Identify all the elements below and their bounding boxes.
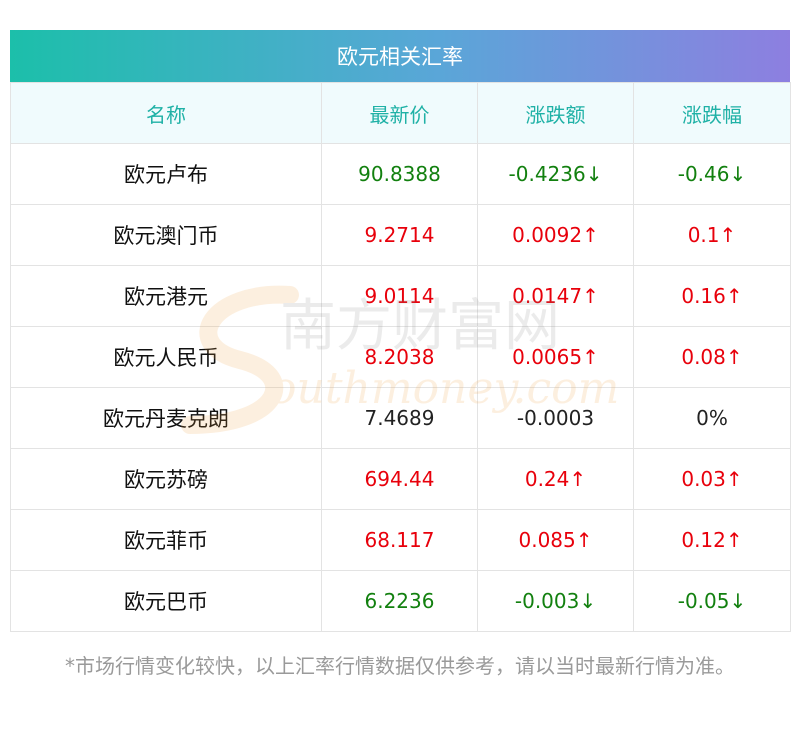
column-header-name: 名称	[10, 82, 322, 144]
currency-name: 欧元港元	[10, 265, 322, 327]
table-row: 欧元卢布 90.8388 -0.4236↓ -0.46↓	[10, 143, 791, 205]
change-amount: -0.4236↓	[477, 143, 634, 205]
latest-price: 694.44	[321, 448, 478, 510]
table-title: 欧元相关汇率	[10, 30, 790, 82]
change-amount: 0.0092↑	[477, 204, 634, 266]
change-percent: 0.12↑	[633, 509, 791, 571]
column-header-change: 涨跌额	[477, 82, 634, 144]
latest-price: 68.117	[321, 509, 478, 571]
latest-price: 7.4689	[321, 387, 478, 449]
change-percent: -0.05↓	[633, 570, 791, 632]
column-header-pct: 涨跌幅	[633, 82, 791, 144]
change-amount: 0.0065↑	[477, 326, 634, 388]
currency-name: 欧元菲币	[10, 509, 322, 571]
currency-name: 欧元人民币	[10, 326, 322, 388]
table-row: 欧元澳门币 9.2714 0.0092↑ 0.1↑	[10, 204, 791, 266]
currency-name: 欧元巴币	[10, 570, 322, 632]
latest-price: 90.8388	[321, 143, 478, 205]
disclaimer-footnote: *市场行情变化较快，以上汇率行情数据仅供参考，请以当时最新行情为准。	[65, 654, 735, 678]
table-row: 欧元巴币 6.2236 -0.003↓ -0.05↓	[10, 570, 791, 632]
change-percent: 0.03↑	[633, 448, 791, 510]
latest-price: 8.2038	[321, 326, 478, 388]
change-percent: 0.1↑	[633, 204, 791, 266]
currency-name: 欧元澳门币	[10, 204, 322, 266]
latest-price: 9.0114	[321, 265, 478, 327]
table-row: 欧元苏磅 694.44 0.24↑ 0.03↑	[10, 448, 791, 510]
change-amount: 0.0147↑	[477, 265, 634, 327]
currency-name: 欧元丹麦克朗	[10, 387, 322, 449]
exchange-rate-table: 名称 最新价 涨跌额 涨跌幅 欧元卢布 90.8388 -0.4236↓ -0.…	[10, 82, 791, 632]
table-row: 欧元菲币 68.117 0.085↑ 0.12↑	[10, 509, 791, 571]
change-amount: -0.0003	[477, 387, 634, 449]
currency-name: 欧元苏磅	[10, 448, 322, 510]
table-row: 欧元港元 9.0114 0.0147↑ 0.16↑	[10, 265, 791, 327]
change-percent: 0.16↑	[633, 265, 791, 327]
currency-name: 欧元卢布	[10, 143, 322, 205]
change-amount: -0.003↓	[477, 570, 634, 632]
table-row: 欧元人民币 8.2038 0.0065↑ 0.08↑	[10, 326, 791, 388]
latest-price: 6.2236	[321, 570, 478, 632]
exchange-rate-card: 欧元相关汇率 名称 最新价 涨跌额 涨跌幅 欧元卢布 90.8388 -0.42…	[10, 30, 791, 632]
change-percent: 0%	[633, 387, 791, 449]
change-amount: 0.24↑	[477, 448, 634, 510]
table-header-row: 名称 最新价 涨跌额 涨跌幅	[10, 82, 791, 144]
latest-price: 9.2714	[321, 204, 478, 266]
change-percent: 0.08↑	[633, 326, 791, 388]
column-header-price: 最新价	[321, 82, 478, 144]
change-percent: -0.46↓	[633, 143, 791, 205]
table-row: 欧元丹麦克朗 7.4689 -0.0003 0%	[10, 387, 791, 449]
change-amount: 0.085↑	[477, 509, 634, 571]
